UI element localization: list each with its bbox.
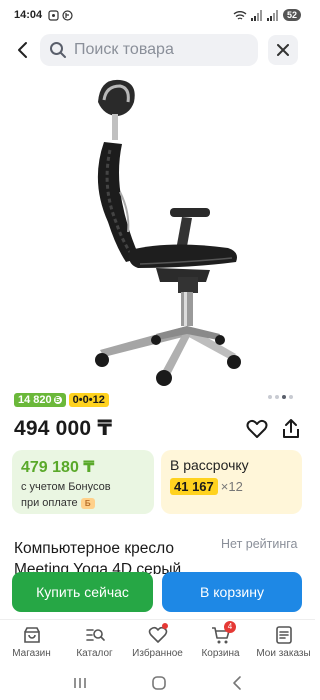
favorite-button[interactable] bbox=[246, 418, 270, 442]
nav-label: Корзина bbox=[201, 648, 240, 659]
bonus-price-card[interactable]: 479 180 ₸ с учетом Бонусов при оплате Б bbox=[12, 450, 154, 514]
system-nav-bar bbox=[0, 666, 315, 700]
notification-icons bbox=[48, 9, 73, 21]
pager-dot bbox=[289, 395, 293, 399]
search-header: Поиск товара bbox=[0, 32, 315, 68]
bonus-badge: 14 820 Б bbox=[14, 393, 66, 407]
product-title: Компьютерное кресло Meeting Yoga 4D серы… bbox=[14, 540, 182, 574]
nav-item-cart[interactable]: 4 Корзина bbox=[189, 620, 252, 665]
search-input[interactable]: Поиск товара bbox=[40, 34, 258, 66]
nav-item-catalog[interactable]: Каталог bbox=[63, 620, 126, 665]
share-button[interactable] bbox=[280, 418, 304, 442]
product-image[interactable] bbox=[60, 72, 260, 390]
installment-title: В рассрочку bbox=[170, 457, 249, 473]
orders-icon bbox=[275, 626, 292, 644]
nav-label: Магазин bbox=[12, 648, 51, 659]
app-icon bbox=[62, 9, 73, 21]
add-to-cart-button[interactable]: В корзину bbox=[162, 572, 302, 612]
product-rating[interactable]: Нет рейтинга bbox=[221, 537, 298, 551]
wifi-icon bbox=[233, 10, 247, 20]
installment-monthly: 41 167 bbox=[170, 478, 218, 495]
nav-label: Каталог bbox=[76, 648, 113, 659]
catalog-icon bbox=[85, 629, 105, 641]
buy-now-button[interactable]: Купить сейчас bbox=[12, 572, 153, 612]
nav-item-favorites[interactable]: Избранное bbox=[126, 620, 189, 665]
pager-dot bbox=[268, 395, 272, 399]
status-time: 14:04 bbox=[14, 9, 43, 21]
nav-item-shop[interactable]: Магазин bbox=[0, 620, 63, 665]
search-placeholder: Поиск товара bbox=[74, 41, 174, 58]
bonus-note-line2: при оплате bbox=[21, 496, 78, 509]
installment-card[interactable]: В рассрочку 41 167 ×12 bbox=[161, 450, 302, 514]
signal-icon bbox=[250, 9, 262, 21]
nav-item-orders[interactable]: Мои заказы bbox=[252, 620, 315, 665]
installment-months: ×12 bbox=[220, 479, 243, 494]
nav-label: Мои заказы bbox=[256, 648, 311, 659]
shop-icon bbox=[23, 627, 40, 643]
badges: 14 820 Б 0•0•12 bbox=[14, 393, 109, 407]
share-icon bbox=[283, 419, 299, 438]
installment-badge: 0•0•12 bbox=[68, 393, 109, 407]
back-button[interactable] bbox=[4, 32, 40, 68]
bonus-note-line1: с учетом Бонусов bbox=[21, 481, 111, 493]
chevron-left-icon bbox=[18, 42, 27, 58]
battery-indicator: 52 bbox=[282, 9, 301, 21]
bonus-badge-value: 14 820 bbox=[18, 394, 52, 406]
bonus-price: 479 180 ₸ bbox=[21, 459, 95, 476]
gallery-icon bbox=[48, 9, 59, 21]
nav-label: Избранное bbox=[132, 648, 183, 659]
search-icon bbox=[50, 42, 66, 58]
image-pager bbox=[268, 395, 293, 399]
pager-dot-active bbox=[282, 395, 286, 399]
clear-search-button[interactable] bbox=[268, 35, 298, 65]
home-icon[interactable] bbox=[151, 675, 167, 691]
status-bar: 14:04 52 bbox=[0, 0, 315, 30]
bonus-note: с учетом Бонусов при оплате Б bbox=[21, 480, 145, 512]
favorites-indicator-dot bbox=[162, 623, 168, 629]
recent-apps-icon[interactable] bbox=[72, 676, 88, 690]
heart-icon bbox=[246, 419, 268, 438]
close-icon bbox=[277, 44, 289, 56]
cart-count-badge: 4 bbox=[224, 621, 236, 633]
pager-dot bbox=[275, 395, 279, 399]
back-nav-icon[interactable] bbox=[231, 675, 243, 691]
product-price: 494 000 ₸ bbox=[14, 417, 113, 440]
signal-icon-2 bbox=[266, 9, 278, 21]
bottom-nav: Магазин Каталог Избранное 4 Корзина Мои … bbox=[0, 619, 315, 665]
bonus-coin-icon: Б bbox=[80, 497, 95, 509]
bonus-coin-icon: Б bbox=[53, 396, 62, 404]
